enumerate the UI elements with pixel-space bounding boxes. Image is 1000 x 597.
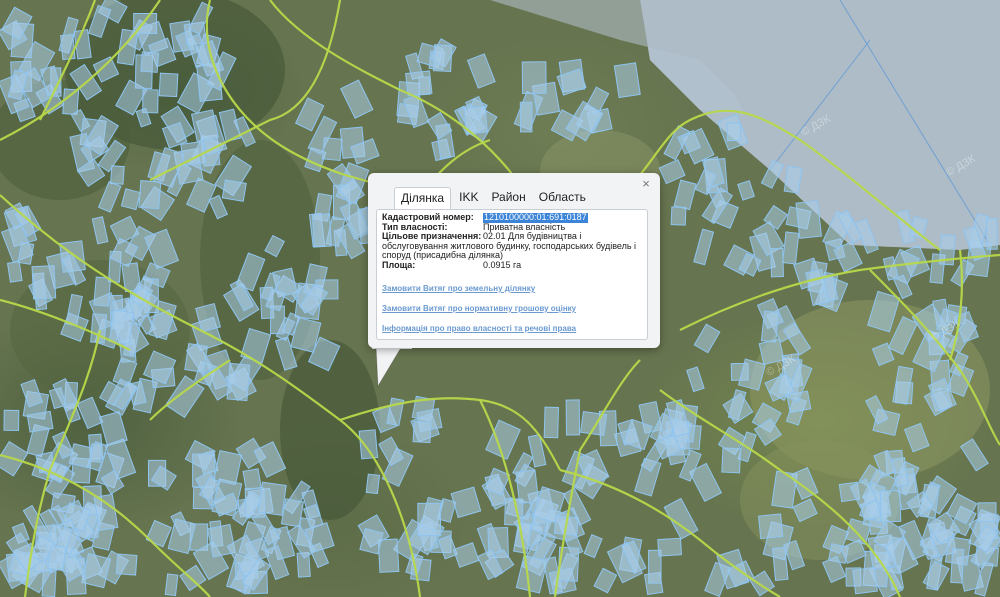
close-icon[interactable]: × bbox=[639, 177, 653, 191]
ownership-rights-info-link[interactable]: Інформація про право власності та речові… bbox=[382, 324, 642, 333]
road-line bbox=[679, 253, 1000, 331]
road-line bbox=[659, 389, 902, 597]
road-line bbox=[339, 397, 561, 471]
road-line bbox=[39, 0, 97, 121]
cadastral-map[interactable]: © ДЗК © ДЗК © ДЗК © ДЗК × Ділянка IKK Ра… bbox=[0, 0, 1000, 597]
tab-district[interactable]: Район bbox=[486, 187, 530, 209]
area-value: 0.0915 га bbox=[483, 259, 522, 270]
road-line bbox=[948, 249, 964, 361]
road-line bbox=[553, 359, 641, 597]
road-line bbox=[559, 468, 781, 597]
order-valuation-extract-link[interactable]: Замовити Витяг про нормативну грошову оц… bbox=[382, 304, 642, 313]
road-line bbox=[149, 0, 342, 181]
area-row: Площа: 0.0915 га bbox=[382, 259, 642, 271]
designated-purpose-row: Цільове призначення: 02.01 Для будівницт… bbox=[382, 231, 642, 261]
road-line bbox=[205, 0, 421, 197]
order-parcel-extract-link[interactable]: Замовити Витяг про земельну ділянку bbox=[382, 284, 642, 293]
road-line bbox=[149, 359, 231, 421]
road-line bbox=[0, 0, 161, 141]
road-line bbox=[479, 399, 532, 597]
road-line bbox=[0, 453, 211, 597]
road-line bbox=[269, 0, 531, 201]
road-line bbox=[869, 269, 1000, 446]
popup-pointer bbox=[372, 346, 412, 388]
designated-purpose-value: 02.01 Для будівництва і обслуговування ж… bbox=[382, 231, 637, 260]
road-line bbox=[0, 194, 422, 597]
road-line bbox=[0, 298, 131, 351]
tab-parcel[interactable]: Ділянка bbox=[394, 187, 452, 210]
parcel-details-panel: Кадастровий номер: 1210100000:01:691:018… bbox=[376, 209, 648, 340]
popup-tabs: Ділянка IKK Район Область bbox=[394, 187, 594, 210]
parcel-info-popup: × Ділянка IKK Район Область Кадастровий … bbox=[368, 173, 660, 348]
tab-ikk[interactable]: IKK bbox=[454, 187, 483, 209]
area-label: Площа: bbox=[382, 259, 416, 270]
road-line bbox=[639, 109, 941, 251]
tab-region[interactable]: Область bbox=[534, 187, 591, 209]
road-line bbox=[23, 329, 102, 597]
